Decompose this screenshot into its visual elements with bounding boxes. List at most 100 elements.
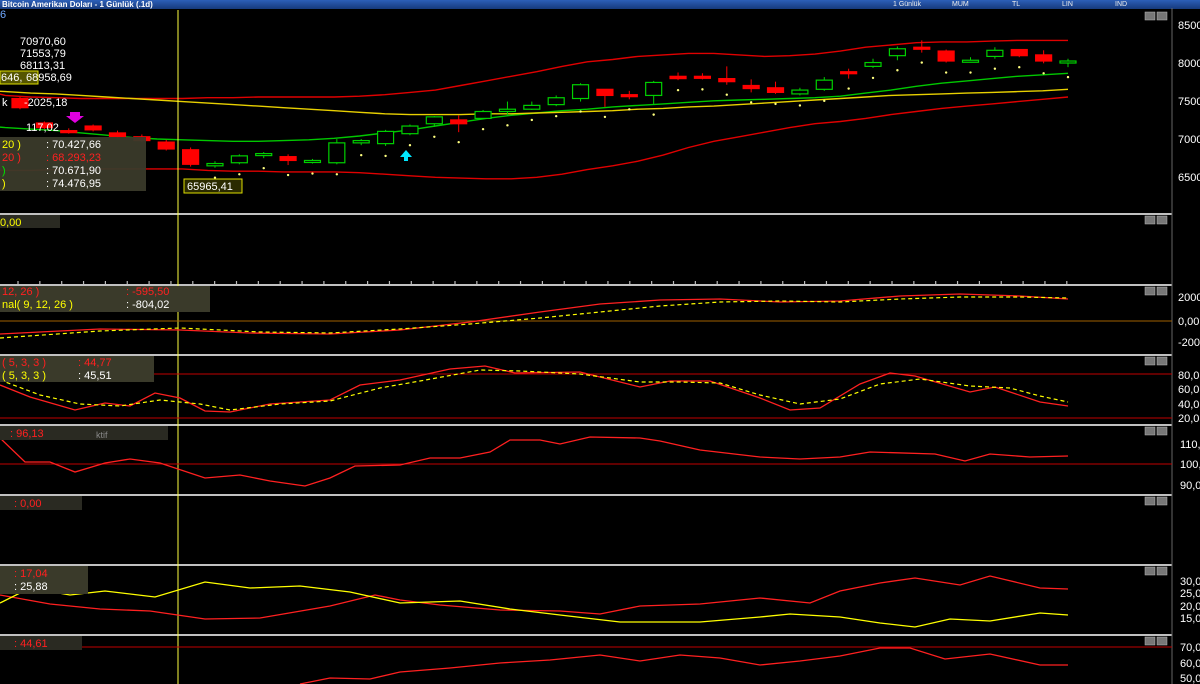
stoch-y-axis: 80,0 60,0 40,0 20,0 [1178,370,1199,425]
panel-minimize-button[interactable] [1144,215,1156,225]
sar-dot [920,61,923,64]
panel-minimize-button[interactable] [1144,496,1156,506]
panel-close-button[interactable] [1156,636,1168,646]
legend-value: : 70.427,66 [46,139,101,151]
rsi-tick: 70,0 [1180,642,1200,654]
panel-controls[interactable] [1144,11,1168,646]
candle-down [718,78,736,83]
sar-dot [774,102,777,106]
candle-up [1059,60,1077,64]
macd-tick: 0,00 [1178,316,1199,328]
candle-up [791,89,809,95]
candle-up [645,81,663,97]
momentum-tick: 90,0 [1180,480,1200,492]
fark-value: -2025,18 [24,97,67,109]
candle-down [1035,54,1053,62]
fark-label: k [2,97,8,109]
sar-dot [530,118,534,122]
sar-dot [701,88,704,91]
price-tick: 7000 [1178,134,1200,146]
dmi-red-line [0,575,1069,620]
candle-up [376,130,395,145]
panel-close-button[interactable] [1156,215,1168,225]
candle-up [255,152,273,157]
candle-down [279,156,297,162]
sar-dot [360,153,363,157]
panel6-value: : 0,00 [14,498,42,510]
panel2-dashes [17,281,1068,284]
candle-up [328,142,346,164]
readout-open: 70970,60 [20,36,66,48]
macd-y-axis: 2000 0,00 -200 [1178,292,1200,349]
candle-down [157,141,175,150]
stoch-k-line [0,365,1069,413]
sar-dot [481,127,485,131]
panel-close-button[interactable] [1156,356,1168,366]
chart-svg[interactable]: 8500 8000 7500 7000 6500 6 70970,60 7155… [0,0,1200,684]
panel-minimize-button[interactable] [1144,286,1156,296]
sar-dot [384,154,387,158]
candle-down [108,132,127,138]
sar-dot [457,140,460,144]
readout-line-0: 6 [0,9,6,21]
stoch-tick: 80,0 [1178,370,1199,382]
legend-value: : 74.476,95 [46,178,101,190]
candle-down [742,84,760,90]
candle-up [230,155,248,164]
legend-value: : 68.293,23 [46,152,101,164]
rsi-tick: 50,0 [1180,673,1200,684]
candle-down [84,125,102,131]
sar-dot [238,173,241,176]
panel-close-button[interactable] [1156,286,1168,296]
sar-dot [749,101,753,104]
stoch-d-legend-value: : 45,51 [78,370,112,382]
panel-close-button[interactable] [1156,426,1168,436]
price-y-axis: 8500 8000 7500 7000 6500 [1178,20,1200,184]
stoch-legend-value: : 44,77 [78,357,112,369]
candle-up [986,49,1004,58]
candle-down [913,46,931,50]
sar-dot [408,144,412,147]
candle-up [523,104,541,110]
legend-name: 20 ) [2,152,21,164]
legend-name: ) [2,165,6,177]
sar-dot [944,71,948,74]
macd-tick: -200 [1178,337,1200,349]
panel-minimize-button[interactable] [1144,356,1156,366]
readout-low: 68113,31 [20,60,65,72]
sar-dot [311,172,314,175]
volume-value: 117,02 [26,122,59,134]
panel-minimize-button[interactable] [1144,11,1156,21]
candle-up [815,79,833,90]
stoch-legend-name: ( 5, 3, 3 ) [2,357,46,369]
panel2-value: 0,00 [0,217,21,229]
stoch-d-line [0,369,1069,411]
sar-dot [1018,65,1021,69]
macd-tick: 2000 [1178,292,1200,304]
panel-minimize-button[interactable] [1144,636,1156,646]
sar-dot [286,173,290,177]
price-tick: 8500 [1178,20,1200,32]
candle-up [474,110,492,119]
sar-dot [969,71,972,74]
candle-up [401,125,419,135]
panel-close-button[interactable] [1156,496,1168,506]
panel-close-button[interactable] [1156,11,1168,21]
sar-dot [871,76,875,80]
sar-dot [579,110,582,113]
panel-minimize-button[interactable] [1144,566,1156,576]
candle-down [693,75,712,79]
panel-close-button[interactable] [1156,566,1168,576]
macd-legend-value: : -595,50 [126,286,169,298]
sar-dot [603,115,607,119]
legend-name: 20 ) [2,139,21,151]
sar-dot [798,104,802,107]
candle-up [888,48,906,57]
legend-value: : 70.671,90 [46,165,101,177]
sar-dot [433,135,436,139]
rsi-y-axis: 70,0 60,0 50,0 [1180,642,1200,684]
signal-legend-value: : -804,02 [126,299,169,311]
candle-down [669,75,687,80]
panel-minimize-button[interactable] [1144,426,1156,436]
momentum-y-axis: 110, 100, 90,0 [1180,439,1200,492]
